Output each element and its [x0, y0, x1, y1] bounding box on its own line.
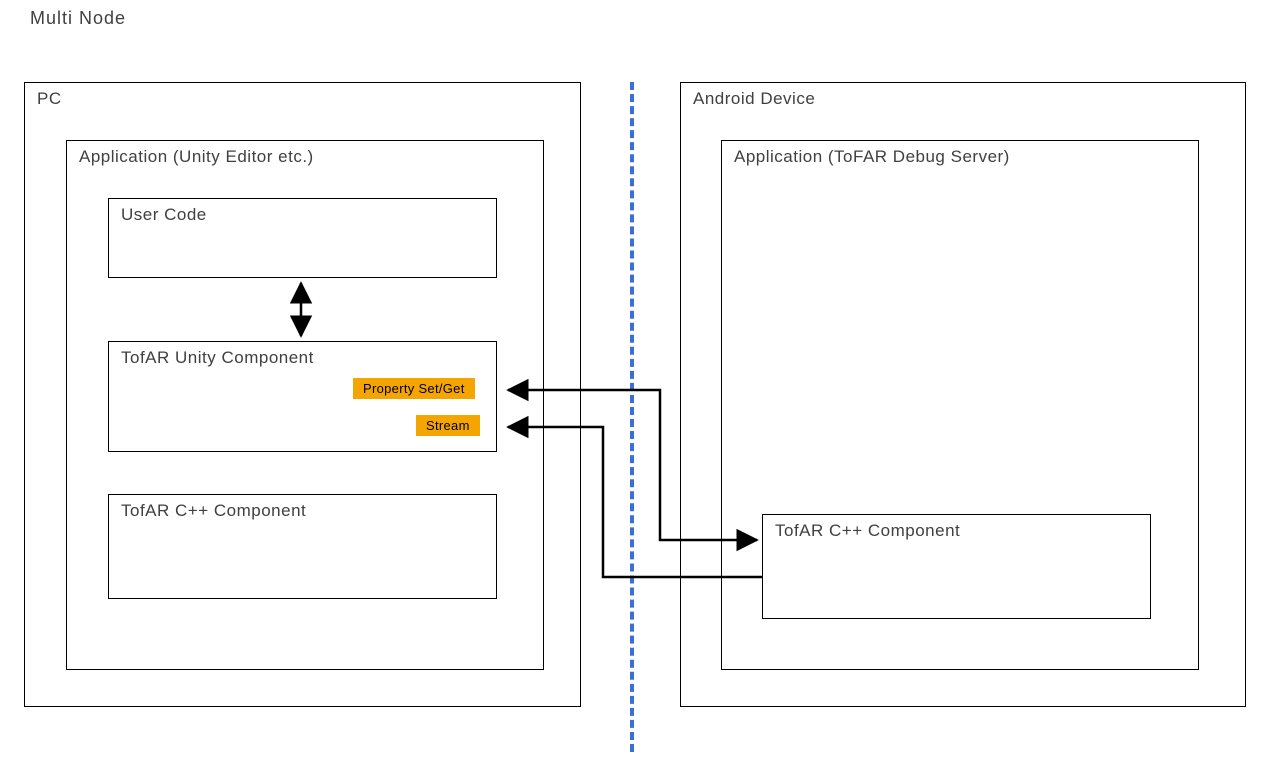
diagram-title: Multi Node [30, 8, 126, 29]
pc-label: PC [37, 89, 62, 109]
user-code-label: User Code [121, 205, 207, 225]
android-label: Android Device [693, 89, 815, 109]
user-code-box: User Code [108, 198, 497, 278]
pc-cpp-box: TofAR C++ Component [108, 494, 497, 599]
divider-line [630, 82, 634, 752]
property-tag: Property Set/Get [353, 378, 475, 399]
stream-tag: Stream [416, 415, 480, 436]
android-cpp-label: TofAR C++ Component [775, 521, 960, 541]
pc-cpp-label: TofAR C++ Component [121, 501, 306, 521]
android-cpp-box: TofAR C++ Component [762, 514, 1151, 619]
android-app-label: Application (ToFAR Debug Server) [734, 147, 1010, 167]
unity-component-label: TofAR Unity Component [121, 348, 314, 368]
pc-app-label: Application (Unity Editor etc.) [79, 147, 314, 167]
